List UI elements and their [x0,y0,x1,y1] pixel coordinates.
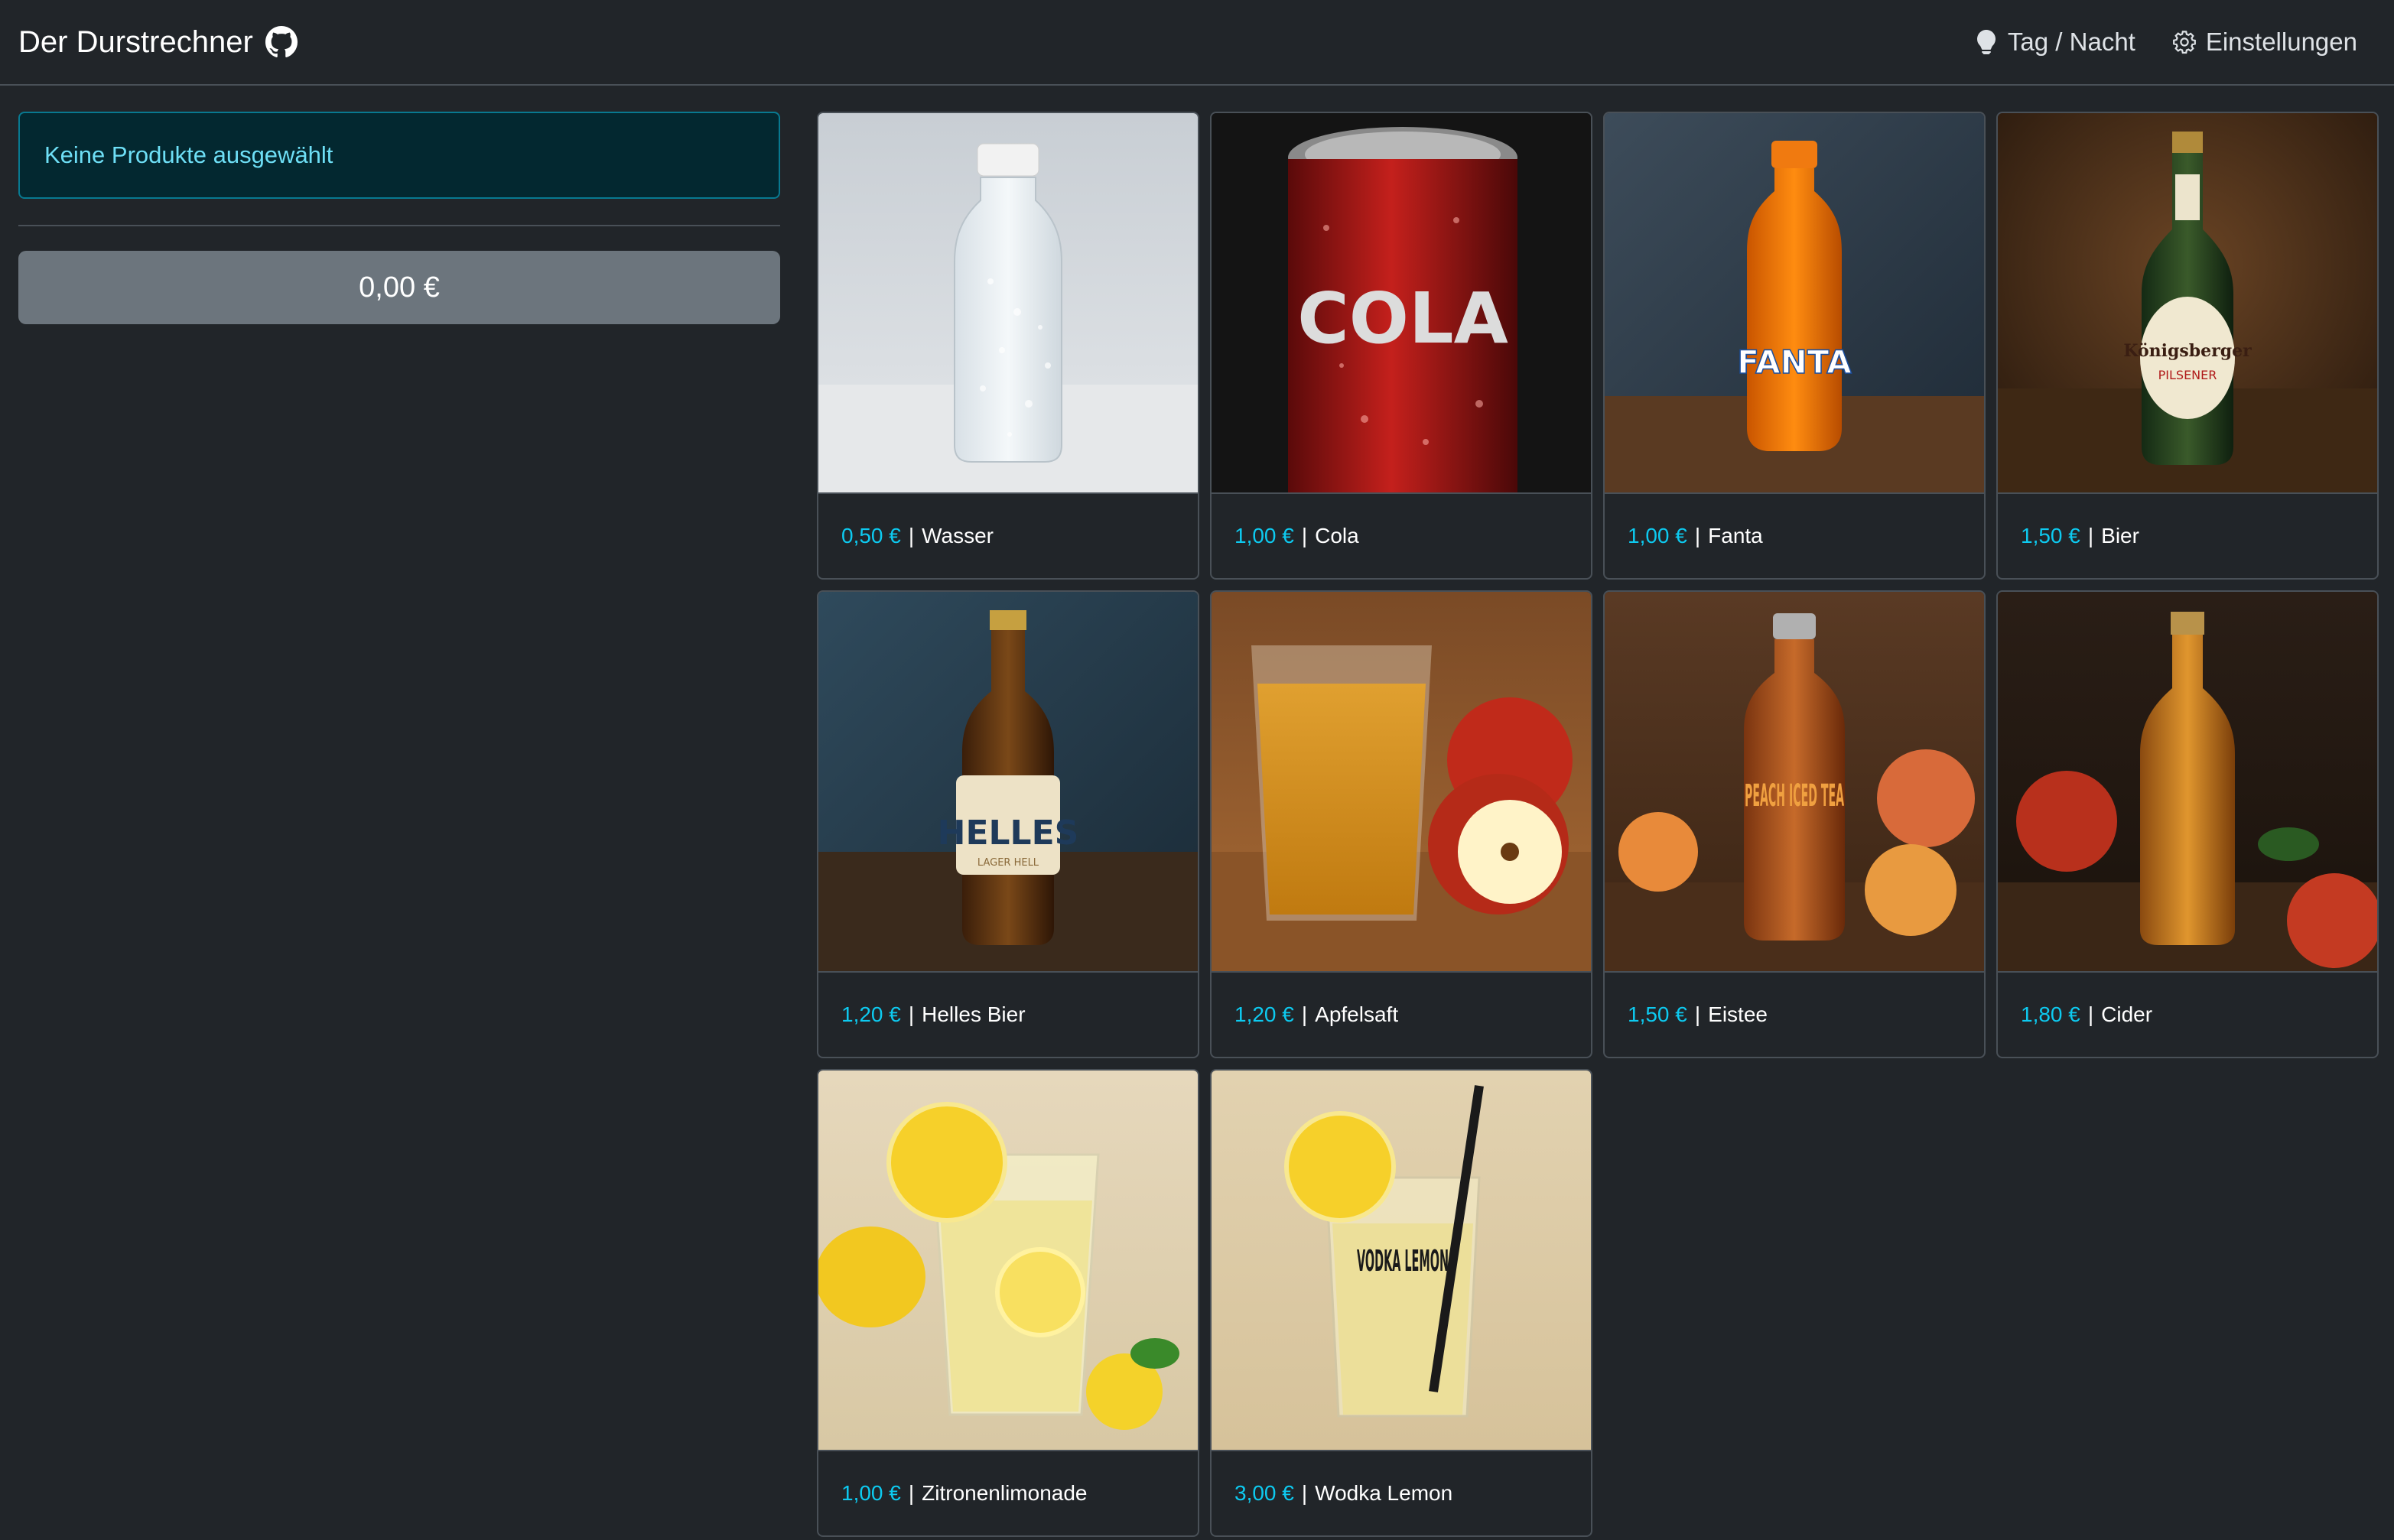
theme-toggle-label: Tag / Nacht [2007,28,2135,56]
product-image-bier: Königsberger PILSENER [1998,113,2377,492]
product-caption: 1,20 € | Apfelsaft [1212,971,1591,1057]
bier-sublabel-text: PILSENER [2158,368,2217,382]
caption-separator: | [908,1481,915,1505]
product-name: Fanta [1708,524,1763,547]
caption-separator: | [1694,524,1701,547]
product-name: Helles Bier [922,1002,1026,1026]
product-card-fanta[interactable]: FANTA 1,00 € | Fanta [1603,112,1986,580]
product-image-fanta: FANTA [1605,113,1984,492]
caption-separator: | [2087,1002,2094,1026]
caption-separator: | [2087,524,2094,547]
caption-separator: | [908,524,915,547]
product-card-eistee[interactable]: PEACH ICED TEA 1,50 € | Eistee [1603,590,1986,1058]
product-price: 1,00 € [841,1481,901,1505]
product-price: 1,20 € [1234,1002,1294,1026]
no-products-alert: Keine Produkte ausgewählt [18,112,780,199]
product-image-helles-bier: HELLES LAGER HELL [818,592,1198,971]
caption-separator: | [908,1002,915,1026]
product-image-zitronenlimonade [818,1071,1198,1450]
product-caption: 1,00 € | Cola [1212,492,1591,578]
caption-separator: | [1301,1002,1308,1026]
wodka-label-text: VODKA LEMON [1357,1244,1449,1278]
sidebar-divider [18,225,780,226]
gear-icon [2172,31,2196,54]
caption-separator: | [1694,1002,1701,1026]
order-sidebar: Keine Produkte ausgewählt 0,00 € [18,112,780,324]
brand-title: Der Durstrechner [18,24,253,59]
caption-separator: | [1301,1481,1308,1505]
product-card-bier[interactable]: Königsberger PILSENER 1,50 € | Bier [1996,112,2379,580]
product-name: Apfelsaft [1315,1002,1399,1026]
cola-label-text: COLA [1297,278,1508,359]
no-products-alert-text: Keine Produkte ausgewählt [44,141,333,168]
product-name: Cola [1315,524,1359,547]
total-amount: 0,00 € [359,271,440,304]
product-caption: 1,50 € | Eistee [1605,971,1984,1057]
settings-link[interactable]: Einstellungen [2172,28,2357,57]
product-image-cider [1998,592,2377,971]
theme-toggle-link[interactable]: Tag / Nacht [1974,28,2135,57]
product-name: Cider [2101,1002,2153,1026]
product-caption: 1,20 € | Helles Bier [818,971,1198,1057]
product-card-wasser[interactable]: 0,50 € | Wasser [817,112,1199,580]
bier-label-text: Königsberger [2123,341,2252,361]
product-card-zitronenlimonade[interactable]: 1,00 € | Zitronenlimonade [817,1069,1199,1537]
product-image-wodka-lemon: VODKA LEMON [1212,1071,1591,1450]
product-price: 3,00 € [1234,1481,1294,1505]
lightbulb-icon [1976,30,1996,54]
product-name: Eistee [1708,1002,1768,1026]
product-name: Wodka Lemon [1315,1481,1453,1505]
helles-sublabel-text: LAGER HELL [977,857,1039,869]
product-caption: 3,00 € | Wodka Lemon [1212,1450,1591,1535]
product-card-cola[interactable]: COLA 1,00 € | Cola [1210,112,1592,580]
brand[interactable]: Der Durstrechner [18,25,298,60]
total-button[interactable]: 0,00 € [18,251,780,324]
product-price: 1,00 € [1628,524,1687,547]
github-icon[interactable] [265,26,298,58]
settings-label: Einstellungen [2205,28,2357,56]
product-price: 1,80 € [2021,1002,2080,1026]
nav-right: Tag / Nacht Einstellungen [1974,28,2376,57]
product-price: 1,50 € [2021,524,2080,547]
product-name: Zitronenlimonade [922,1481,1088,1505]
product-card-apfelsaft[interactable]: 1,20 € | Apfelsaft [1210,590,1592,1058]
product-price: 1,50 € [1628,1002,1687,1026]
product-caption: 1,00 € | Fanta [1605,492,1984,578]
product-caption: 1,50 € | Bier [1998,492,2377,578]
product-image-wasser [818,113,1198,492]
product-card-cider[interactable]: 1,80 € | Cider [1996,590,2379,1058]
product-price: 1,20 € [841,1002,901,1026]
product-caption: 0,50 € | Wasser [818,492,1198,578]
product-name: Wasser [922,524,994,547]
product-caption: 1,00 € | Zitronenlimonade [818,1450,1198,1535]
product-name: Bier [2101,524,2139,547]
navbar: Der Durstrechner Tag / Nacht Einstellung… [0,0,2394,86]
eistee-label-text: PEACH ICED TEA [1745,778,1844,814]
product-card-helles-bier[interactable]: HELLES LAGER HELL 1,20 € | Helles Bier [817,590,1199,1058]
fanta-label-text: FANTA [1737,343,1852,381]
product-price: 0,50 € [841,524,901,547]
product-image-apfelsaft [1212,592,1591,971]
helles-label-text: HELLES [938,814,1079,853]
caption-separator: | [1301,524,1308,547]
product-image-eistee: PEACH ICED TEA [1605,592,1984,971]
product-caption: 1,80 € | Cider [1998,971,2377,1057]
product-card-wodka-lemon[interactable]: VODKA LEMON 3,00 € | Wodka Lemon [1210,1069,1592,1537]
product-price: 1,00 € [1234,524,1294,547]
product-image-cola: COLA [1212,113,1591,492]
